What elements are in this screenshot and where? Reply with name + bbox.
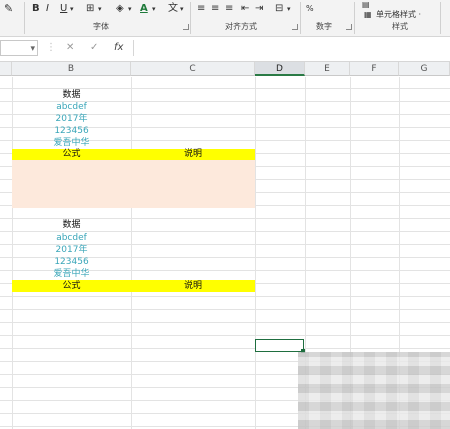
font-dialog-launcher-icon[interactable] [183, 24, 189, 30]
chevron-down-icon[interactable]: ▾ [98, 2, 102, 16]
table1-row[interactable]: abcdef [12, 101, 131, 113]
borders-icon[interactable]: ⊞ [86, 2, 94, 16]
align-right-icon[interactable]: ≡ [225, 2, 233, 16]
number-group-label: 数字 [316, 22, 332, 31]
grid-line [255, 77, 256, 429]
active-cell[interactable] [255, 339, 304, 352]
bold-button[interactable]: B [32, 2, 40, 16]
number-dialog-launcher-icon[interactable] [346, 24, 352, 30]
fill-color-icon[interactable]: ◈ [116, 2, 124, 16]
increase-indent-icon[interactable]: ⇥ [255, 2, 263, 16]
ribbon: ✎ B I U ▾ ⊞ ▾ ◈ ▾ A ▾ 文 ▾ 字体 ≡ ≡ ≡ ⇤ ⇥ ⊟… [0, 0, 450, 37]
name-box[interactable]: ▾ [0, 40, 38, 56]
column-header-f[interactable]: F [350, 62, 399, 76]
chevron-down-icon[interactable]: ▾ [70, 2, 74, 16]
grid-line [131, 77, 132, 429]
column-header-a[interactable] [0, 62, 12, 76]
chevron-down-icon[interactable]: ▾ [152, 2, 156, 16]
table2-header-formula[interactable]: 公式 [12, 280, 131, 292]
number-format-icon[interactable]: % [306, 2, 314, 16]
table2-row[interactable]: 123456 [12, 256, 131, 268]
alignment-dialog-launcher-icon[interactable] [292, 24, 298, 30]
more-options-icon: ⋮ [46, 42, 56, 53]
column-header-d[interactable]: D [255, 62, 305, 76]
align-left-icon[interactable]: ≡ [197, 2, 205, 16]
chevron-down-icon[interactable]: ▾ [287, 2, 291, 16]
column-header-b[interactable]: B [12, 62, 131, 76]
table1-header-formula[interactable]: 公式 [12, 148, 131, 160]
chevron-down-icon[interactable]: ▾ [128, 2, 132, 16]
alignment-group-label: 对齐方式 [225, 22, 257, 31]
group-separator [354, 2, 355, 34]
group-separator [300, 2, 301, 34]
table1-header-desc[interactable]: 说明 [131, 148, 255, 160]
formula-input[interactable] [133, 40, 450, 56]
format-painter-icon[interactable]: ✎ [4, 2, 13, 16]
table1-title[interactable]: 数据 [12, 89, 131, 101]
font-color-icon[interactable]: A [140, 2, 148, 16]
table2-header-desc[interactable]: 说明 [131, 280, 255, 292]
italic-button[interactable]: I [46, 2, 49, 16]
table1-row[interactable]: 2017年 [12, 113, 131, 125]
formula-bar: ▾ ⋮ ✕ ✓ fx [0, 37, 450, 62]
chevron-down-icon[interactable]: ▾ [180, 2, 184, 16]
merge-center-icon[interactable]: ⊟ [275, 2, 283, 16]
pixelated-watermark [298, 352, 450, 429]
table2-title[interactable]: 数据 [12, 219, 131, 231]
column-header-g[interactable]: G [399, 62, 450, 76]
align-center-icon[interactable]: ≡ [211, 2, 219, 16]
cell-styles-button[interactable]: 单元格样式 · [376, 8, 421, 22]
font-group-label: 字体 [93, 22, 109, 31]
column-header-c[interactable]: C [131, 62, 255, 76]
phonetic-guide-icon[interactable]: 文 [168, 2, 178, 16]
table1-row[interactable]: 123456 [12, 125, 131, 137]
table2-row[interactable]: abcdef [12, 232, 131, 244]
table2-row[interactable]: 2017年 [12, 244, 131, 256]
table2-row[interactable]: 爱吾中华 [12, 268, 131, 280]
table1-peach-block[interactable] [12, 160, 255, 208]
group-separator [24, 2, 25, 34]
underline-button[interactable]: U [60, 2, 67, 16]
cell-styles-icon: ▦ [364, 10, 372, 19]
confirm-icon[interactable]: ✓ [90, 41, 98, 55]
insert-function-button[interactable]: fx [114, 41, 123, 55]
group-separator [190, 2, 191, 34]
cancel-icon[interactable]: ✕ [66, 41, 74, 55]
styles-group-label: 样式 [392, 22, 408, 31]
decrease-indent-icon[interactable]: ⇤ [241, 2, 249, 16]
column-header-e[interactable]: E [305, 62, 350, 76]
group-separator [440, 2, 441, 34]
